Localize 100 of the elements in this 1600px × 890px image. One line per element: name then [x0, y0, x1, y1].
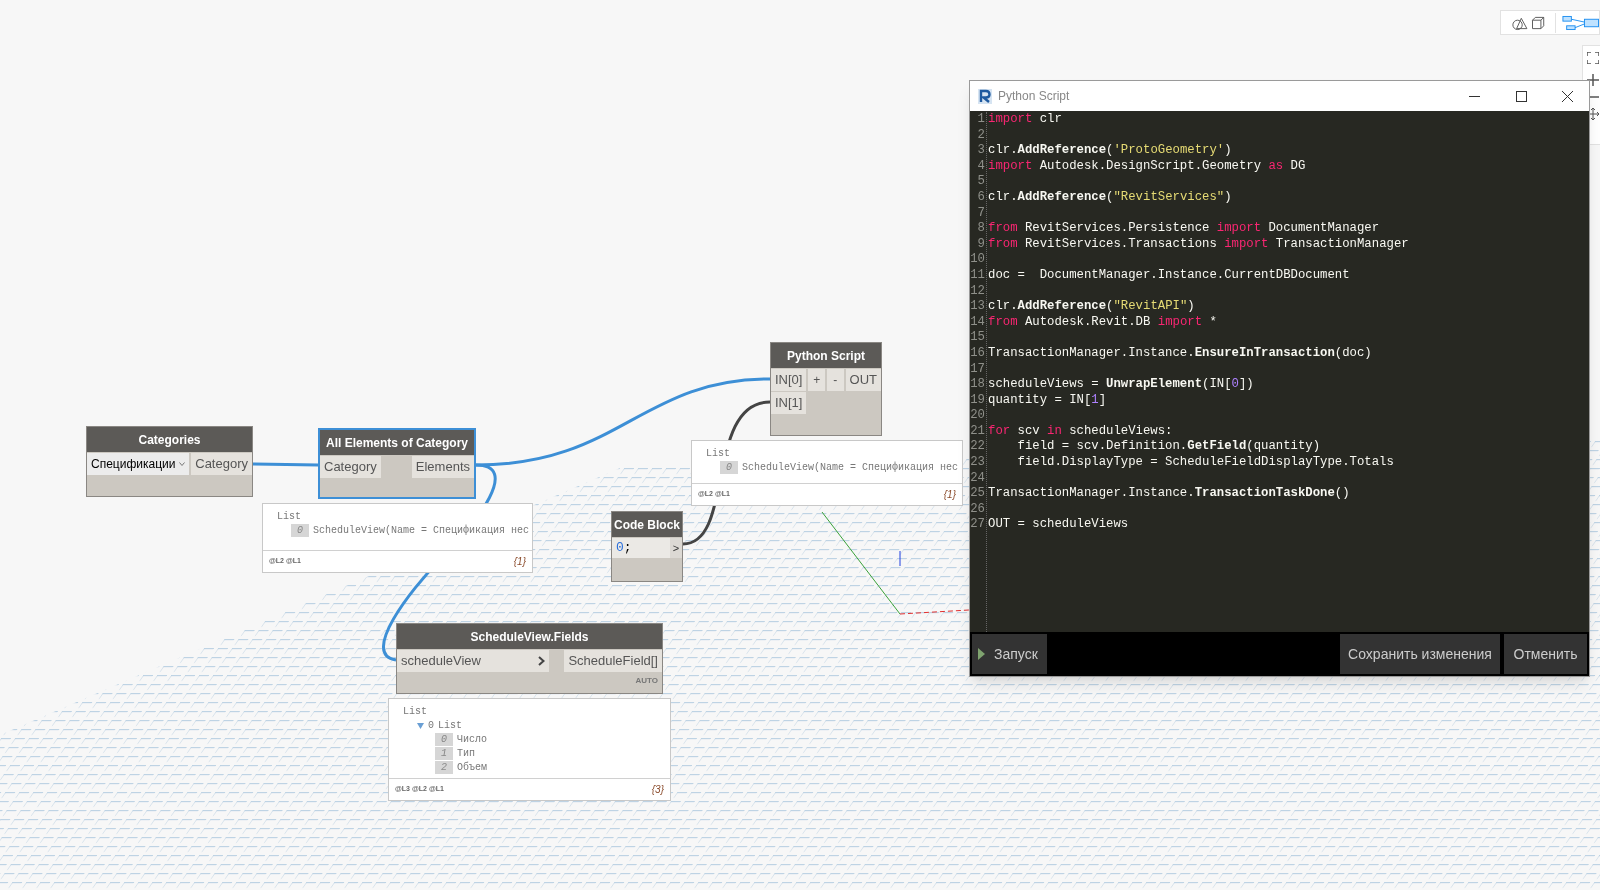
line-number: 6	[977, 189, 985, 206]
list-item-text: Число	[457, 733, 488, 746]
dropdown[interactable]: Спецификации	[87, 453, 190, 475]
port-label[interactable]: IN[1]	[771, 392, 807, 414]
code-line: import Autodesk.DesignScript.Geometry as DG	[988, 158, 1306, 173]
code-line: import clr	[988, 112, 1062, 126]
list-item-text: List	[438, 719, 463, 732]
wire	[252, 462, 319, 467]
line-number: 3	[977, 143, 985, 159]
fit-view-icon[interactable]	[1587, 52, 1599, 64]
node-card[interactable]: Categories Спецификации Category	[86, 426, 253, 497]
code-line: clr.AddReference("RevitAPI")	[988, 299, 1195, 314]
graph-view-icon[interactable]	[1561, 14, 1599, 31]
maximize-icon[interactable]	[1516, 90, 1527, 102]
line-number: 14	[970, 314, 985, 331]
code-line: field = scv.Definition.GetField(quantity)	[1016, 439, 1321, 454]
line-number: 18	[970, 377, 985, 393]
port-label[interactable]: Category	[320, 456, 381, 478]
port-label[interactable]: IN[0]	[771, 369, 807, 391]
list-index: 2	[435, 761, 453, 774]
line-number: 11	[970, 267, 985, 284]
code-line: for scv in scheduleViews:	[988, 423, 1173, 438]
port-label[interactable]: >	[670, 538, 682, 558]
line-number: 19	[970, 392, 985, 409]
node-card[interactable]: ScheduleView.Fields scheduleView ScheduleField[] AUTO	[396, 623, 663, 694]
node-card[interactable]: Code Block 0; >	[611, 511, 683, 582]
node-title: All Elements of Category	[326, 434, 468, 452]
line-number: 20	[970, 408, 985, 424]
port-label[interactable]: Elements	[411, 456, 474, 478]
line-number: 21	[970, 423, 985, 440]
code-field[interactable]: 0;	[612, 538, 670, 558]
node-title: Categories	[138, 431, 201, 449]
code-line: quantity = IN[1]	[988, 392, 1107, 407]
code-line: clr.AddReference('ProtoGeometry')	[988, 143, 1232, 158]
line-number: 26	[970, 501, 985, 518]
run-button[interactable]: Запуск	[972, 634, 1047, 674]
line-number: 24	[970, 470, 985, 487]
list-label: List	[403, 705, 427, 718]
caret-icon	[179, 462, 186, 466]
line-number: 25	[970, 486, 985, 502]
code-line: clr.AddReference("RevitServices")	[988, 189, 1232, 204]
play-icon	[978, 648, 985, 660]
list-item-text: Тип	[457, 747, 476, 760]
port-label[interactable]: ScheduleField[]	[564, 650, 662, 672]
list-index: 0	[291, 524, 309, 537]
line-number: 17	[970, 361, 985, 378]
list-index: 0	[435, 733, 453, 746]
code-line: from RevitServices.Transactions import TransactionManager	[988, 236, 1409, 251]
line-number: 15	[970, 330, 985, 346]
node-card[interactable]: Python Script IN[0] + - OUT IN[1]	[770, 342, 882, 436]
list-label: List	[706, 447, 730, 460]
line-number: 27	[970, 517, 985, 534]
line-number: 1	[977, 112, 985, 128]
line-number: 12	[970, 283, 985, 300]
node-title: Code Block	[614, 516, 680, 534]
code-line: TransactionManager.Instance.EnsureInTransaction(doc)	[988, 345, 1372, 360]
list-item-text: ScheduleView(Name = Спецификация нес	[742, 461, 959, 474]
line-number: 8	[977, 221, 985, 237]
node-title: Python Script	[787, 347, 865, 365]
lacing-label: AUTO	[635, 675, 658, 687]
code-line: from Autodesk.Revit.DB import *	[988, 314, 1217, 329]
zoom-in-icon[interactable]	[1587, 74, 1599, 86]
geometry-view-icon[interactable]	[1511, 14, 1545, 31]
list-index: 0	[720, 461, 738, 474]
line-number: 7	[977, 205, 985, 222]
list-label: List	[277, 510, 301, 523]
expand-triangle-icon[interactable]	[417, 722, 424, 729]
list-index: 0	[428, 719, 434, 732]
item-count: {1}	[513, 555, 526, 569]
list-item-text: ScheduleView(Name = Спецификация нес	[313, 524, 530, 537]
minimize-icon[interactable]	[1469, 95, 1480, 97]
line-number: 22	[970, 439, 985, 456]
line-number: 13	[970, 299, 985, 315]
list-item-text: Объем	[457, 761, 488, 774]
pan-icon[interactable]	[1587, 108, 1599, 120]
close-icon[interactable]	[1562, 90, 1573, 102]
line-number: 4	[977, 158, 985, 175]
save-button[interactable]: Сохранить изменения	[1340, 634, 1500, 674]
node-title: ScheduleView.Fields	[470, 628, 589, 646]
remove-input-button[interactable]: -	[827, 369, 844, 391]
line-number: 5	[977, 174, 985, 190]
code-line: TransactionManager.Instance.TransactionTaskDone()	[988, 486, 1350, 501]
cancel-button[interactable]: Отменить	[1504, 634, 1587, 674]
code-line: doc = DocumentManager.Instance.CurrentDBDocument	[988, 267, 1350, 282]
window-title: Python Script	[998, 88, 1071, 105]
port-label[interactable]: OUT	[845, 369, 881, 391]
port-label[interactable]: Category	[191, 453, 252, 475]
item-count: {3}	[651, 783, 664, 797]
list-index: 1	[435, 747, 453, 760]
code-line: scheduleViews = UnwrapElement(IN[0])	[988, 377, 1254, 392]
code-line: from RevitServices.Persistence import DocumentManager	[988, 221, 1380, 236]
line-number: 9	[977, 236, 985, 253]
line-number: 23	[970, 455, 985, 471]
line-number: 16	[970, 345, 985, 362]
code-line: field.DisplayType = ScheduleFieldDisplayType.Totals	[1016, 455, 1394, 470]
add-input-button[interactable]: +	[808, 369, 825, 391]
node-card[interactable]: All Elements of Category Category Elements	[318, 428, 476, 499]
chevron-icon[interactable]	[538, 656, 545, 666]
line-number: 2	[977, 127, 985, 144]
item-count: {1}	[943, 488, 956, 502]
